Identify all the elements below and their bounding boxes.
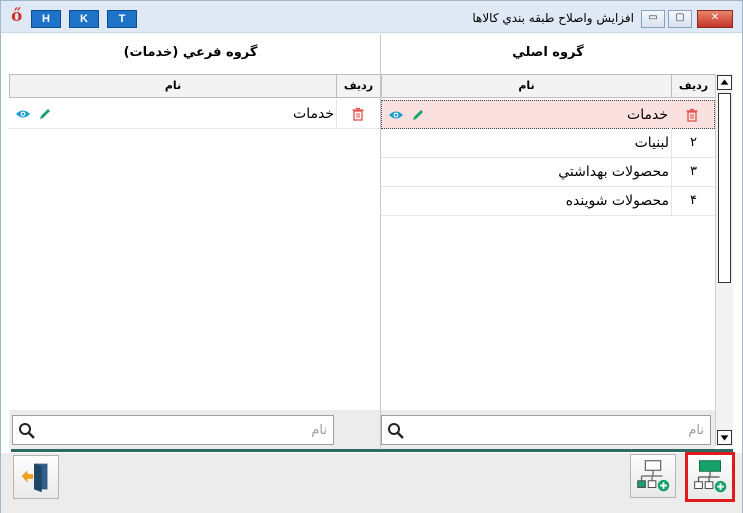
sub-group-search-input[interactable]	[41, 420, 327, 440]
row-name: خدمات	[627, 107, 668, 123]
sub-group-rows: خدمات	[9, 100, 380, 129]
sub-group-search-box[interactable]	[12, 415, 334, 445]
sub-group-table-header: رديف نام	[9, 74, 380, 98]
trash-icon[interactable]	[350, 106, 366, 122]
add-main-group-button[interactable]	[685, 452, 735, 502]
main-group-search-input[interactable]	[410, 420, 704, 440]
column-row-header[interactable]: رديف	[671, 75, 715, 97]
search-icon[interactable]	[18, 422, 36, 440]
column-name-header[interactable]: نام	[381, 75, 671, 97]
row-number: ۴	[671, 187, 715, 215]
minimize-button[interactable]: ▭	[641, 10, 665, 28]
add-main-group-icon	[694, 460, 727, 493]
pencil-icon[interactable]	[37, 106, 53, 122]
table-row[interactable]: ٢ لبنيات	[381, 129, 715, 158]
column-name-header[interactable]: نام	[9, 75, 336, 97]
table-row[interactable]: خدمات	[9, 100, 380, 129]
main-group-rows: خدمات ٢ لبنيات ٣ محصولات بهداشتي ۴ محصول…	[381, 100, 715, 216]
row-name: خدمات	[293, 106, 334, 122]
row-name: لبنيات	[634, 135, 669, 151]
window-title: افزايش واصلاح طبقه بندي كالاها	[472, 11, 634, 25]
main-group-title: گروه اصلي	[512, 45, 584, 60]
eye-icon[interactable]	[15, 106, 31, 122]
window: ő H K T افزايش واصلاح طبقه بندي كالاها ▭…	[0, 0, 743, 513]
scrollbar-thumb[interactable]	[718, 93, 731, 283]
row-name: محصولات بهداشتي	[558, 164, 669, 180]
table-row[interactable]: ۴ محصولات شوينده	[381, 187, 715, 216]
table-row[interactable]: ٣ محصولات بهداشتي	[381, 158, 715, 187]
app-logo-icon: ő	[11, 6, 23, 26]
hotkey-h-button[interactable]: H	[31, 10, 61, 28]
add-sub-group-icon	[637, 460, 670, 492]
bottom-divider	[11, 449, 733, 452]
search-icon[interactable]	[387, 422, 405, 440]
add-sub-group-button[interactable]	[630, 454, 676, 498]
row-number: ٢	[671, 129, 715, 157]
hotkey-t-button[interactable]: T	[107, 10, 137, 28]
exit-button[interactable]	[13, 455, 59, 499]
column-row-header[interactable]: رديف	[336, 75, 380, 97]
sub-group-title: گروه فرعي (خدمات)	[123, 45, 258, 60]
trash-icon[interactable]	[684, 107, 700, 123]
restore-button[interactable]: ▢	[668, 10, 692, 28]
hotkey-k-button[interactable]: K	[69, 10, 99, 28]
main-group-table-header: رديف نام	[381, 74, 715, 98]
main-group-scrollbar[interactable]	[715, 74, 733, 446]
table-row-selected[interactable]: خدمات	[381, 100, 715, 129]
scroll-down-icon[interactable]	[717, 430, 732, 445]
scroll-up-icon[interactable]	[717, 75, 732, 90]
row-number: ٣	[671, 158, 715, 186]
title-bar: ő H K T افزايش واصلاح طبقه بندي كالاها ▭…	[1, 1, 742, 33]
eye-icon[interactable]	[388, 107, 404, 123]
sub-group-panel: گروه فرعي (خدمات) رديف نام خدمات	[1, 34, 381, 449]
row-name: محصولات شوينده	[565, 193, 669, 209]
pencil-icon[interactable]	[410, 107, 426, 123]
main-group-panel: گروه اصلي رديف نام خدمات ٢ لبنيات ٣ محصو…	[381, 34, 715, 449]
main-group-search-box[interactable]	[381, 415, 711, 445]
exit-door-icon	[21, 463, 48, 493]
close-button[interactable]: ✕	[697, 10, 733, 28]
bottom-toolbar	[1, 452, 742, 513]
